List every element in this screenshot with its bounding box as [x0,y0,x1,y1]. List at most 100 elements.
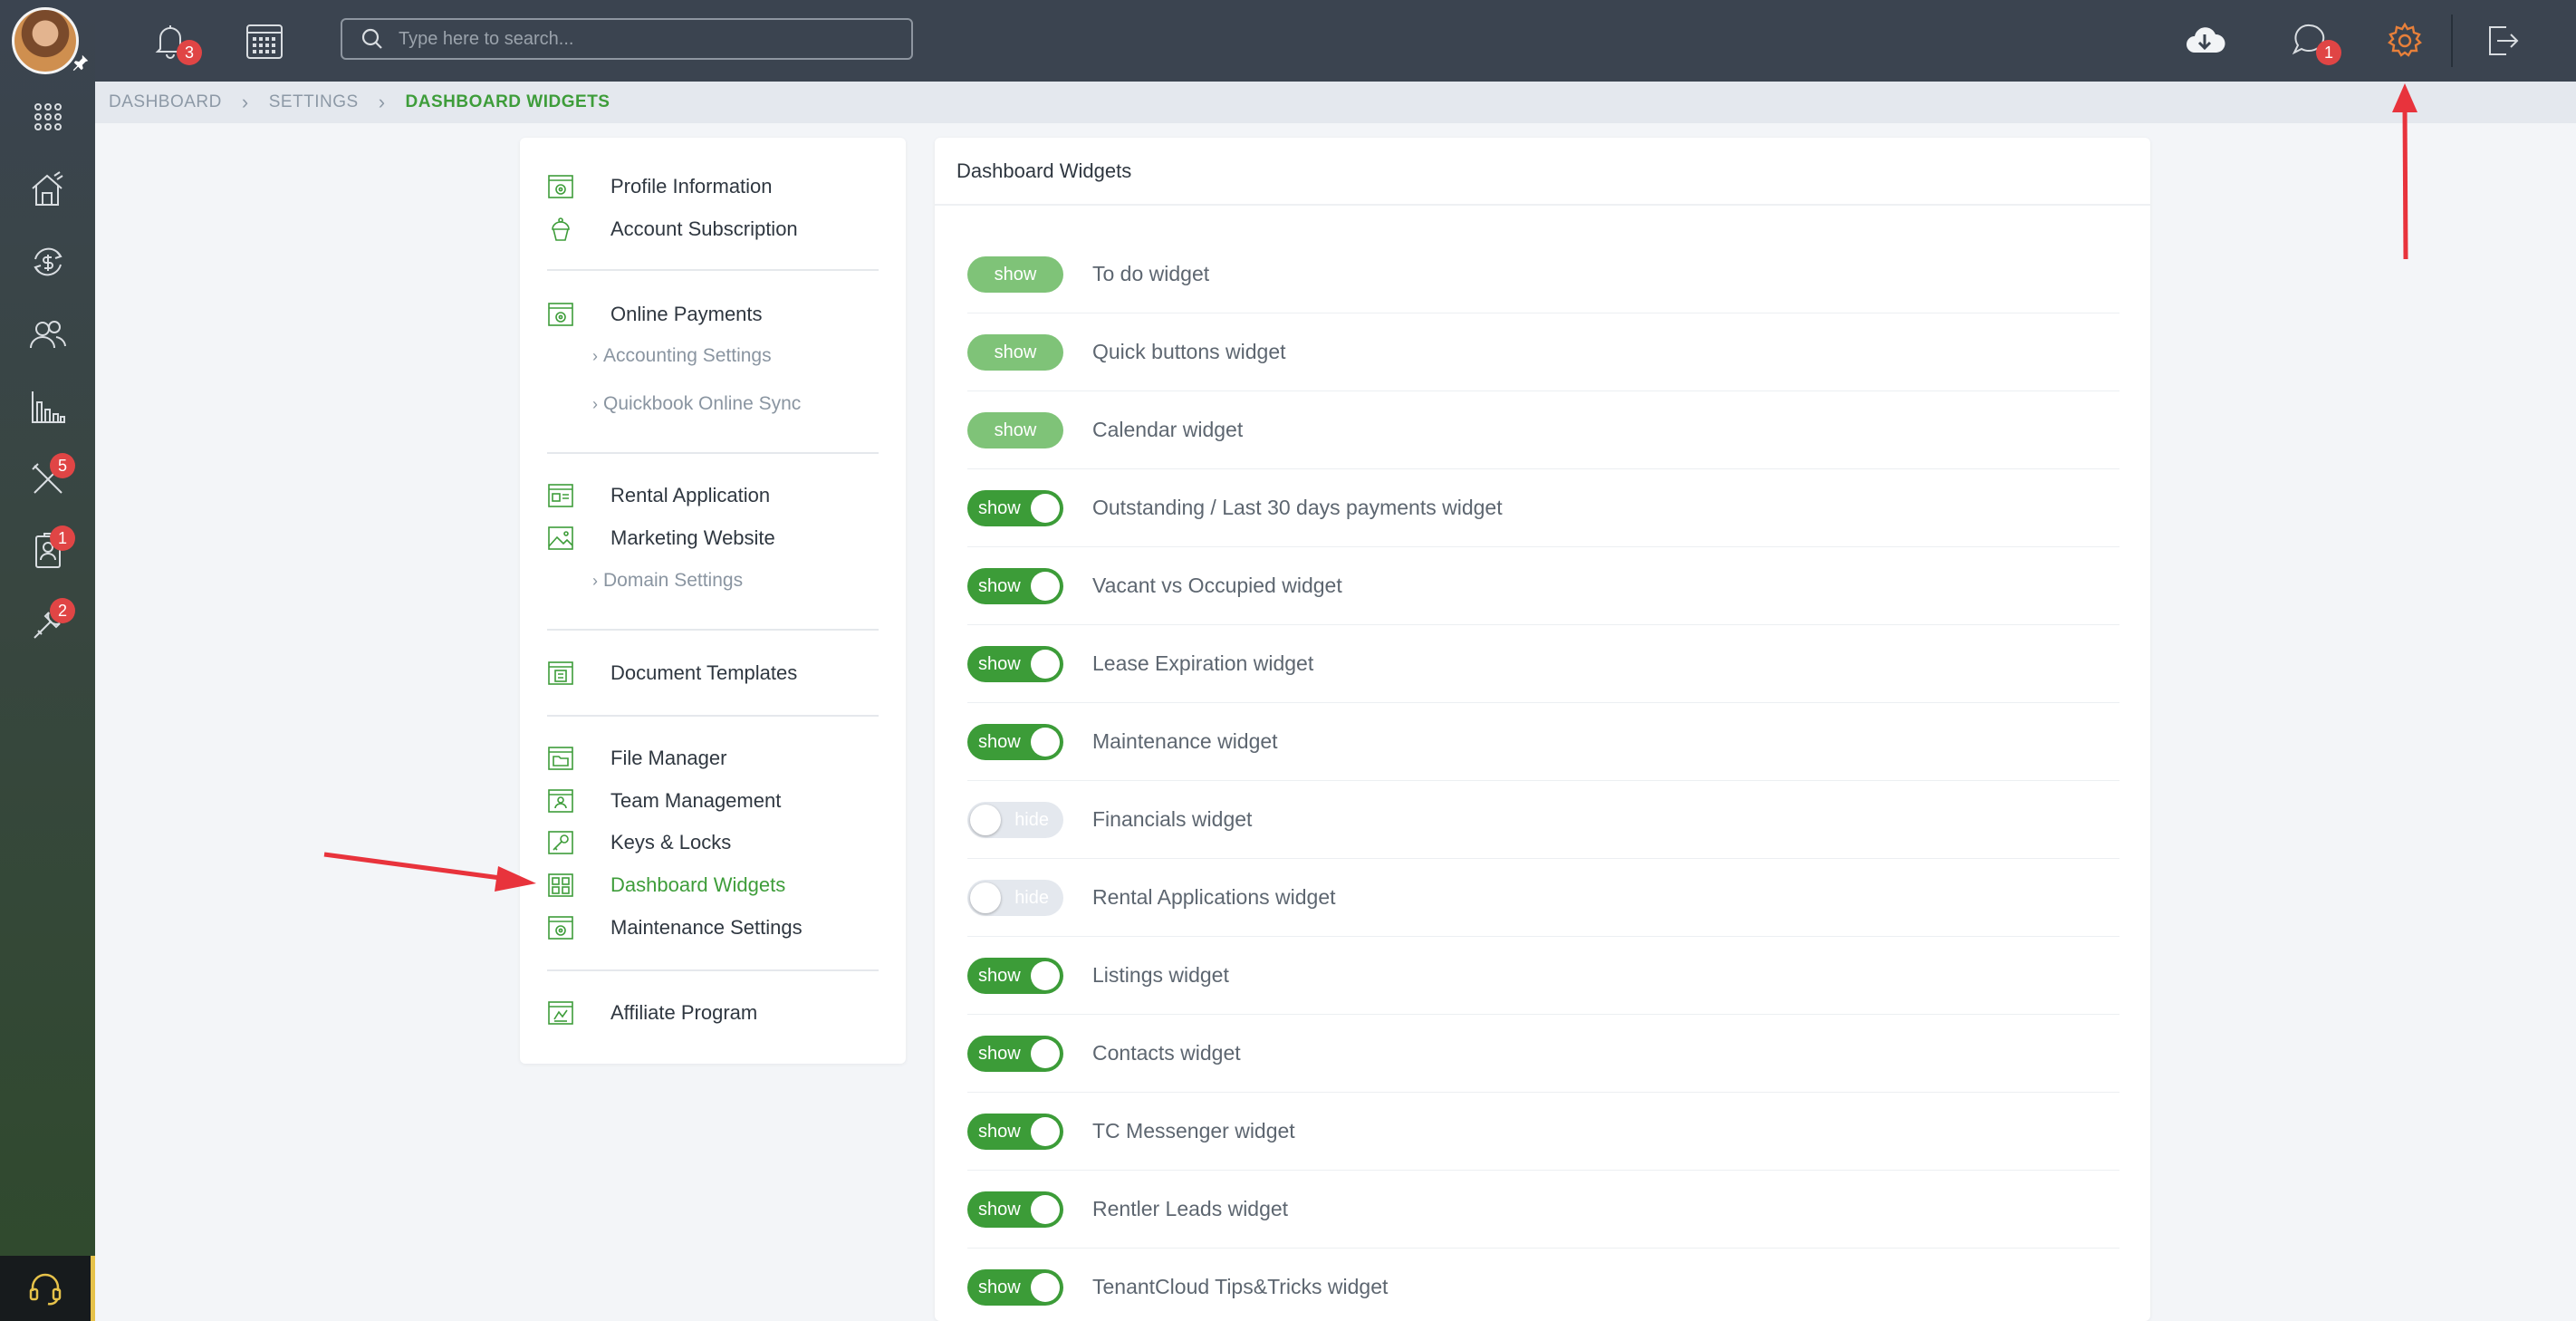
toggle-knob [1031,1116,1060,1146]
menu-item-subscription[interactable]: Account Subscription [547,213,798,246]
menu-item-keys-locks[interactable]: Keys & Locks [547,826,731,859]
widget-visibility-toggle[interactable]: show [967,1035,1063,1072]
widget-visibility-toggle[interactable]: show [967,333,1063,371]
calendar-icon[interactable] [240,16,289,65]
widget-row: hide Rental Applications widget [967,859,2119,937]
menu-item-document-templates[interactable]: Document Templates [547,657,797,689]
widget-visibility-toggle[interactable]: show [967,723,1063,760]
messages-chat-icon[interactable]: 1 [2285,16,2341,65]
menu-divider [547,969,879,971]
widget-row: show Contacts widget [967,1015,2119,1093]
widget-row: show Calendar widget [967,391,2119,469]
widget-visibility-toggle[interactable]: show [967,1191,1063,1228]
widget-label: Calendar widget [1092,418,1244,441]
widget-row: show Maintenance widget [967,703,2119,781]
tools-badge: 5 [50,453,75,478]
logout-icon[interactable] [2477,16,2526,65]
menu-item-profile[interactable]: Profile Information [547,170,773,203]
image-icon [548,526,573,550]
chevron-right-icon: › [592,394,598,413]
tenants-id-icon[interactable]: 1 [0,516,95,587]
widget-row: show Lease Expiration widget [967,625,2119,703]
key-icon [548,831,573,854]
breadcrumb-chevron-icon: › [241,91,249,113]
widget-label: To do widget [1092,262,1210,285]
widget-row: show Quick buttons widget [967,313,2119,391]
menu-divider [547,452,879,454]
submenu-accounting-settings[interactable]: › Accounting Settings [592,341,772,371]
notifications-badge: 3 [177,40,202,65]
widget-row: show Vacant vs Occupied widget [967,547,2119,625]
toggle-state-label: show [978,1199,1021,1220]
menu-item-affiliate-program[interactable]: Affiliate Program [547,997,757,1029]
widget-visibility-toggle[interactable]: hide [967,801,1063,838]
toggle-state-label: show [978,575,1021,596]
widget-visibility-toggle[interactable]: show [967,1113,1063,1150]
payments-cycle-icon[interactable] [0,227,95,297]
menu-item-online-payments[interactable]: Online Payments [547,298,763,331]
menu-divider [547,629,879,631]
submenu-quickbook-sync[interactable]: › Quickbook Online Sync [592,389,801,419]
widget-label: Lease Expiration widget [1092,651,1314,675]
toggle-state-label: show [978,965,1021,986]
dashboard-widgets-panel: Dashboard Widgets show To do widget show Qu… [935,138,2150,1321]
widget-visibility-toggle[interactable]: show [967,1268,1063,1306]
breadcrumb-dashboard-widgets: DASHBOARD WIDGETS [405,92,610,111]
payments-settings-icon [548,303,573,326]
menu-item-dashboard-widgets[interactable]: Dashboard Widgets [547,869,785,902]
top-bar: 3 1 [95,0,2576,82]
toggle-state-label: show [978,497,1021,518]
widget-visibility-toggle[interactable]: hide [967,879,1063,916]
tenants-badge: 1 [50,526,75,551]
toggle-knob [1031,727,1060,757]
affiliate-icon [548,1001,573,1025]
settings-menu: Profile Information Account Subscription… [520,138,906,1064]
breadcrumb-dashboard[interactable]: DASHBOARD [109,92,222,112]
widget-row: show TC Messenger widget [967,1093,2119,1171]
widget-label: TC Messenger widget [1092,1119,1295,1143]
toggle-state-label: hide [1014,809,1049,830]
user-avatar[interactable] [12,7,79,74]
pin-icon[interactable] [71,53,91,72]
widget-label: Vacant vs Occupied widget [1092,574,1342,597]
chevron-right-icon: › [592,346,598,365]
widget-visibility-toggle[interactable]: show [967,957,1063,994]
support-headset-icon[interactable] [0,1256,95,1321]
widget-label: Listings widget [1092,963,1229,987]
reports-chart-icon[interactable] [0,371,95,442]
menu-item-rental-application[interactable]: Rental Application [547,479,770,512]
cloud-download-icon[interactable] [2180,16,2229,65]
widget-visibility-toggle[interactable]: show [967,489,1063,526]
panel-title: Dashboard Widgets [935,138,2150,206]
tools-icon[interactable]: 5 [0,444,95,515]
widget-visibility-toggle[interactable]: show [967,256,1063,293]
search-box[interactable] [341,18,913,60]
maintenance-settings-icon [548,916,573,940]
topbar-divider [2451,14,2453,67]
widget-label: Financials widget [1092,807,1253,831]
left-sidebar: 5 1 2 [0,0,95,1321]
submenu-domain-settings[interactable]: › Domain Settings [592,565,743,596]
arrow-to-dashboard-widgets-icon [323,852,536,892]
widget-visibility-toggle[interactable]: show [967,567,1063,604]
search-input[interactable] [399,28,888,50]
breadcrumb-settings[interactable]: SETTINGS [269,92,359,112]
toggle-knob [1031,571,1060,601]
maintenance-wrench-icon[interactable]: 2 [0,589,95,660]
settings-gear-icon[interactable] [2380,16,2429,65]
apps-grid-icon[interactable] [0,82,95,152]
widget-row: show TenantCloud Tips&Tricks widget [967,1249,2119,1321]
menu-item-maintenance-settings[interactable]: Maintenance Settings [547,911,803,944]
notifications-bell-icon[interactable]: 3 [146,16,202,65]
menu-item-marketing-website[interactable]: Marketing Website [547,522,775,554]
widget-visibility-toggle[interactable]: show [967,645,1063,682]
menu-item-team-management[interactable]: Team Management [547,785,781,817]
properties-icon[interactable] [0,154,95,225]
widget-visibility-toggle[interactable]: show [967,411,1063,448]
menu-item-file-manager[interactable]: File Manager [547,742,726,775]
contacts-icon[interactable] [0,299,95,370]
menu-divider [547,715,879,717]
toggle-knob [1031,960,1060,990]
rental-application-icon [548,484,573,507]
toggle-state-label: hide [1014,887,1049,908]
